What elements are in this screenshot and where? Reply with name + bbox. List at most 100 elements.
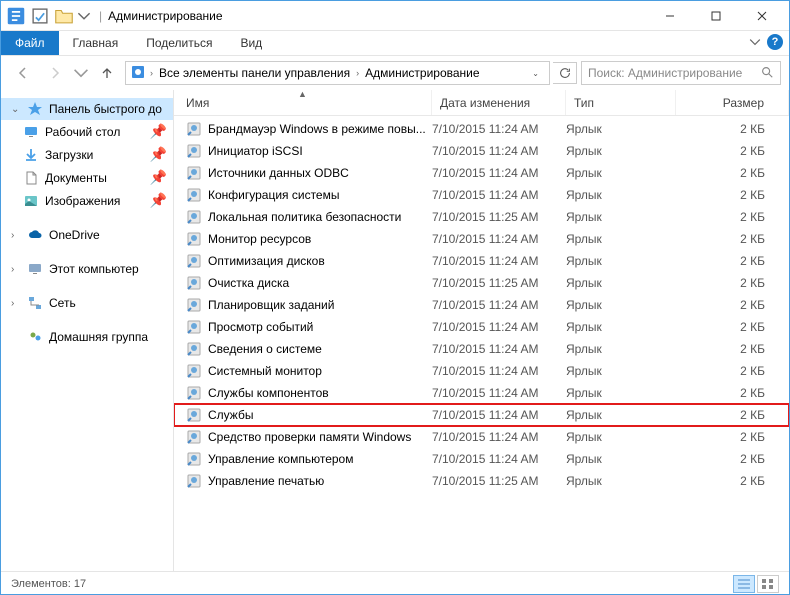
tab-file[interactable]: Файл bbox=[1, 31, 59, 55]
tab-home[interactable]: Главная bbox=[59, 31, 133, 55]
sidebar-item-documents[interactable]: Документы 📌 bbox=[1, 166, 173, 189]
file-row[interactable]: Управление компьютером7/10/2015 11:24 AM… bbox=[174, 448, 789, 470]
file-type: Ярлык bbox=[566, 188, 676, 202]
file-date: 7/10/2015 11:24 AM bbox=[432, 364, 566, 378]
file-row[interactable]: Сведения о системе7/10/2015 11:24 AMЯрлы… bbox=[174, 338, 789, 360]
file-row[interactable]: Очистка диска7/10/2015 11:25 AMЯрлык2 КБ bbox=[174, 272, 789, 294]
file-date: 7/10/2015 11:25 AM bbox=[432, 210, 566, 224]
sidebar-item-onedrive[interactable]: ›OneDrive bbox=[1, 224, 173, 246]
file-size: 2 КБ bbox=[676, 210, 789, 224]
status-bar: Элементов: 17 bbox=[1, 571, 789, 595]
icons-view-button[interactable] bbox=[757, 575, 779, 593]
column-header-type[interactable]: Тип bbox=[566, 90, 676, 115]
ribbon-expand-icon[interactable] bbox=[749, 36, 761, 51]
file-row[interactable]: Службы компонентов7/10/2015 11:24 AMЯрлы… bbox=[174, 382, 789, 404]
status-text: Элементов: 17 bbox=[11, 578, 86, 590]
file-date: 7/10/2015 11:24 AM bbox=[432, 122, 566, 136]
cloud-icon bbox=[27, 227, 43, 243]
shortcut-icon bbox=[186, 385, 202, 401]
maximize-button[interactable] bbox=[693, 2, 739, 30]
chevron-right-icon[interactable]: › bbox=[150, 68, 153, 78]
sidebar-item-label: Документы bbox=[45, 171, 107, 185]
file-size: 2 КБ bbox=[676, 364, 789, 378]
shortcut-icon bbox=[186, 297, 202, 313]
shortcut-icon bbox=[186, 363, 202, 379]
sidebar-item-this-pc[interactable]: ›Этот компьютер bbox=[1, 258, 173, 280]
network-icon bbox=[27, 295, 43, 311]
shortcut-icon bbox=[186, 473, 202, 489]
file-row[interactable]: Монитор ресурсов7/10/2015 11:24 AMЯрлык2… bbox=[174, 228, 789, 250]
minimize-button[interactable] bbox=[647, 2, 693, 30]
file-row[interactable]: Оптимизация дисков7/10/2015 11:24 AMЯрлы… bbox=[174, 250, 789, 272]
breadcrumb-segment[interactable]: Администрирование bbox=[363, 66, 481, 80]
sidebar-item-pictures[interactable]: Изображения📌 bbox=[1, 189, 173, 212]
sidebar-item-downloads[interactable]: Загрузки📌 bbox=[1, 143, 173, 166]
file-name: Службы компонентов bbox=[208, 386, 329, 400]
desktop-icon bbox=[23, 124, 39, 140]
ribbon-tabs: Файл Главная Поделиться Вид ? bbox=[1, 31, 789, 56]
tab-share[interactable]: Поделиться bbox=[132, 31, 226, 55]
refresh-button[interactable] bbox=[553, 62, 577, 84]
file-row[interactable]: Конфигурация системы7/10/2015 11:24 AMЯр… bbox=[174, 184, 789, 206]
file-name: Сведения о системе bbox=[208, 342, 322, 356]
shortcut-icon bbox=[186, 187, 202, 203]
file-type: Ярлык bbox=[566, 386, 676, 400]
column-headers: Имя▲ Дата изменения Тип Размер bbox=[174, 90, 789, 116]
file-type: Ярлык bbox=[566, 144, 676, 158]
file-date: 7/10/2015 11:24 AM bbox=[432, 144, 566, 158]
tab-view[interactable]: Вид bbox=[226, 31, 276, 55]
computer-icon bbox=[27, 261, 43, 277]
shortcut-icon bbox=[186, 143, 202, 159]
sidebar-item-label: Этот компьютер bbox=[49, 262, 139, 276]
file-row[interactable]: Брандмауэр Windows в режиме повы...7/10/… bbox=[174, 118, 789, 140]
qat-dropdown-icon[interactable] bbox=[77, 5, 91, 27]
file-row[interactable]: Инициатор iSCSI7/10/2015 11:24 AMЯрлык2 … bbox=[174, 140, 789, 162]
file-date: 7/10/2015 11:24 AM bbox=[432, 342, 566, 356]
sidebar-item-quick-access[interactable]: ⌄ Панель быстрого до bbox=[1, 98, 173, 120]
close-button[interactable] bbox=[739, 2, 785, 30]
column-header-size[interactable]: Размер bbox=[676, 90, 789, 115]
search-input[interactable]: Поиск: Администрирование bbox=[581, 61, 781, 85]
file-row[interactable]: Системный монитор7/10/2015 11:24 AMЯрлык… bbox=[174, 360, 789, 382]
forward-button[interactable] bbox=[41, 59, 69, 87]
file-row[interactable]: Источники данных ODBC7/10/2015 11:24 AMЯ… bbox=[174, 162, 789, 184]
sidebar-item-desktop[interactable]: Рабочий стол📌 bbox=[1, 120, 173, 143]
search-icon bbox=[760, 65, 774, 82]
sidebar-item-network[interactable]: ›Сеть bbox=[1, 292, 173, 314]
file-type: Ярлык bbox=[566, 210, 676, 224]
file-name: Источники данных ODBC bbox=[208, 166, 349, 180]
up-button[interactable] bbox=[93, 59, 121, 87]
address-dropdown-icon[interactable]: ⌄ bbox=[532, 69, 545, 78]
file-row[interactable]: Просмотр событий7/10/2015 11:24 AMЯрлык2… bbox=[174, 316, 789, 338]
file-row[interactable]: Средство проверки памяти Windows7/10/201… bbox=[174, 426, 789, 448]
breadcrumb-segment[interactable]: Все элементы панели управления bbox=[157, 66, 352, 80]
file-type: Ярлык bbox=[566, 474, 676, 488]
homegroup-icon bbox=[27, 329, 43, 345]
help-button[interactable]: ? bbox=[767, 34, 783, 50]
qat-newfolder-icon[interactable] bbox=[53, 5, 75, 27]
file-row[interactable]: Службы7/10/2015 11:24 AMЯрлык2 КБ bbox=[174, 404, 789, 426]
recent-dropdown-icon[interactable] bbox=[73, 59, 89, 87]
details-view-button[interactable] bbox=[733, 575, 755, 593]
chevron-right-icon[interactable]: › bbox=[356, 68, 359, 78]
column-header-name[interactable]: Имя▲ bbox=[174, 90, 432, 115]
file-date: 7/10/2015 11:24 AM bbox=[432, 320, 566, 334]
sidebar-item-label: OneDrive bbox=[49, 228, 100, 242]
file-size: 2 КБ bbox=[676, 320, 789, 334]
file-row[interactable]: Планировщик заданий7/10/2015 11:24 AMЯрл… bbox=[174, 294, 789, 316]
column-header-date[interactable]: Дата изменения bbox=[432, 90, 566, 115]
sidebar-item-homegroup[interactable]: Домашняя группа bbox=[1, 326, 173, 348]
titlebar-separator: | bbox=[97, 9, 104, 23]
sort-asc-icon: ▲ bbox=[298, 89, 307, 99]
file-row[interactable]: Локальная политика безопасности7/10/2015… bbox=[174, 206, 789, 228]
shortcut-icon bbox=[186, 165, 202, 181]
qat-properties-icon[interactable] bbox=[29, 5, 51, 27]
back-button[interactable] bbox=[9, 59, 37, 87]
file-row[interactable]: Управление печатью7/10/2015 11:25 AMЯрлы… bbox=[174, 470, 789, 492]
file-list[interactable]: Брандмауэр Windows в режиме повы...7/10/… bbox=[174, 116, 789, 571]
shortcut-icon bbox=[186, 121, 202, 137]
shortcut-icon bbox=[186, 407, 202, 423]
breadcrumb[interactable]: › Все элементы панели управления › Админ… bbox=[125, 61, 550, 85]
pin-icon: 📌 bbox=[150, 169, 167, 186]
file-size: 2 КБ bbox=[676, 452, 789, 466]
